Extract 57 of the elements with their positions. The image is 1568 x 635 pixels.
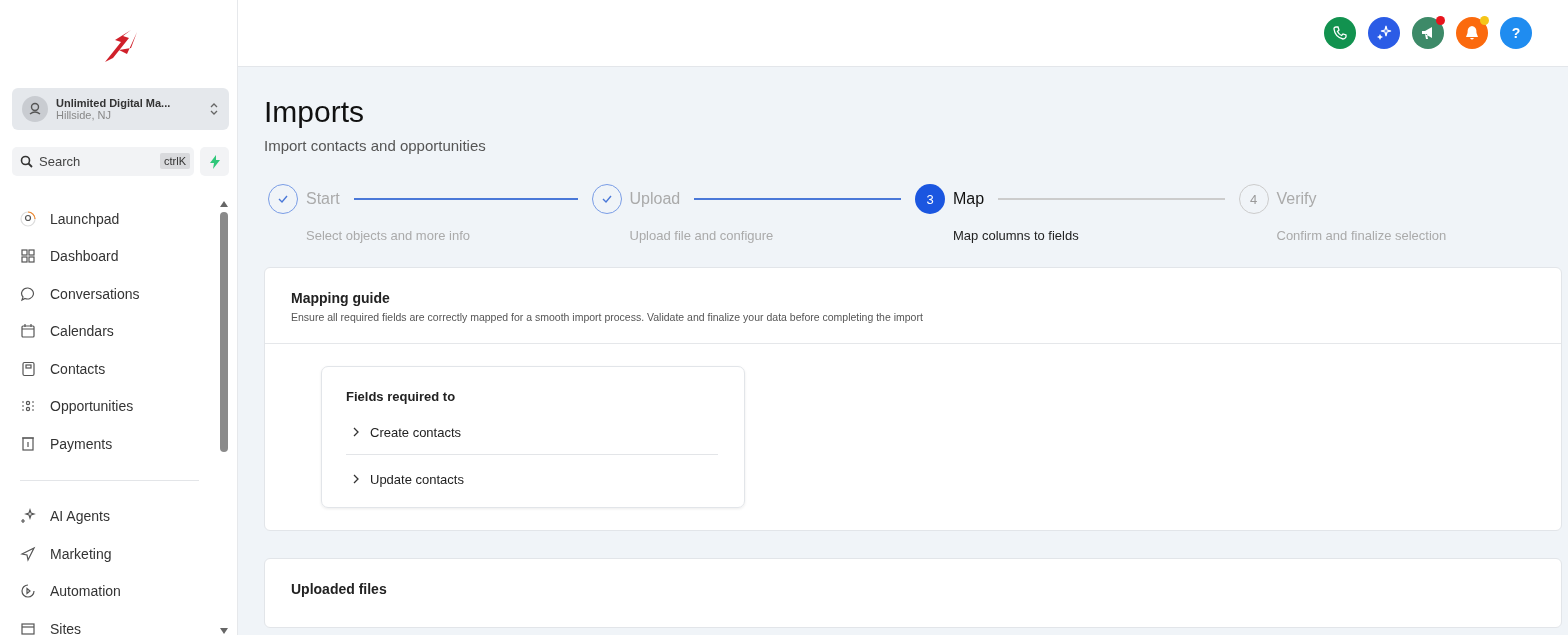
nav-icon (20, 285, 36, 302)
step-description: Select objects and more info (305, 228, 472, 243)
account-location: Hillside, NJ (56, 109, 112, 121)
nav-icon (20, 620, 36, 635)
nav-item[interactable]: Opportunities (20, 387, 219, 425)
step-description: Map columns to fields (952, 228, 1080, 243)
shortcut-hint: ctrlK (160, 153, 190, 169)
header-button[interactable] (1368, 17, 1400, 49)
account-name: Unlimited Digital Ma... (56, 97, 172, 109)
step-number: 3 (915, 184, 945, 214)
phone-icon (1333, 26, 1347, 40)
page-subtitle: Import contacts and opportunities (264, 137, 487, 154)
header-button[interactable] (1324, 17, 1356, 49)
card-title: Uploaded files (291, 581, 388, 597)
step-title: Upload (629, 190, 681, 208)
step-title: Verify (1276, 190, 1317, 208)
bell-icon (1465, 25, 1479, 41)
scroll-up-icon[interactable] (219, 200, 229, 208)
scroll-down-icon[interactable] (219, 627, 229, 635)
header-button[interactable] (1412, 17, 1444, 49)
card-title: Mapping guide (291, 290, 391, 306)
notification-dot (1436, 16, 1445, 25)
nav-icon (20, 545, 36, 562)
expandable-item[interactable]: Create contacts (346, 414, 718, 450)
nav-item[interactable]: Launchpad (20, 200, 219, 238)
nav-item[interactable]: Sites (20, 610, 219, 635)
step-title: Start (306, 190, 340, 208)
search-icon (20, 155, 33, 168)
nav-icon (20, 435, 36, 452)
page-title: Imports (264, 95, 366, 129)
nav-item[interactable]: Marketing (20, 535, 219, 573)
avatar-icon (22, 96, 48, 122)
step-title: Map (953, 190, 985, 208)
fields-title: Fields required to (346, 389, 457, 404)
nav-item[interactable]: Automation (20, 572, 219, 610)
account-switcher[interactable]: Unlimited Digital Ma... Hillside, NJ (12, 88, 229, 130)
nav-item[interactable]: Conversations (20, 275, 219, 313)
nav-item[interactable]: Contacts (20, 350, 219, 388)
chevron-updown-icon (209, 101, 219, 117)
nav-item[interactable]: Payments (20, 425, 219, 463)
nav-icon (20, 248, 36, 265)
nav-item[interactable]: AI Agents (20, 497, 219, 535)
header-button[interactable] (1456, 17, 1488, 49)
nav-icon (20, 360, 36, 377)
nav-icon (20, 583, 36, 600)
notification-dot (1480, 16, 1489, 25)
card-description: Ensure all required fields are correctly mapped for a smooth import process. Validate and finalize your data before completing the import (291, 311, 924, 323)
nav-icon (20, 323, 36, 340)
sparkle-icon (1376, 25, 1392, 41)
expandable-item[interactable]: Update contacts (346, 461, 718, 497)
nav-item[interactable]: Dashboard (20, 237, 219, 275)
nav-icon (20, 210, 36, 227)
lightning-icon (208, 154, 221, 169)
step-description: Upload file and configure (628, 228, 775, 243)
nav-item[interactable]: Calendars (20, 312, 219, 350)
nav-icon (20, 508, 36, 525)
step-description: Confirm and finalize selection (1275, 228, 1448, 243)
